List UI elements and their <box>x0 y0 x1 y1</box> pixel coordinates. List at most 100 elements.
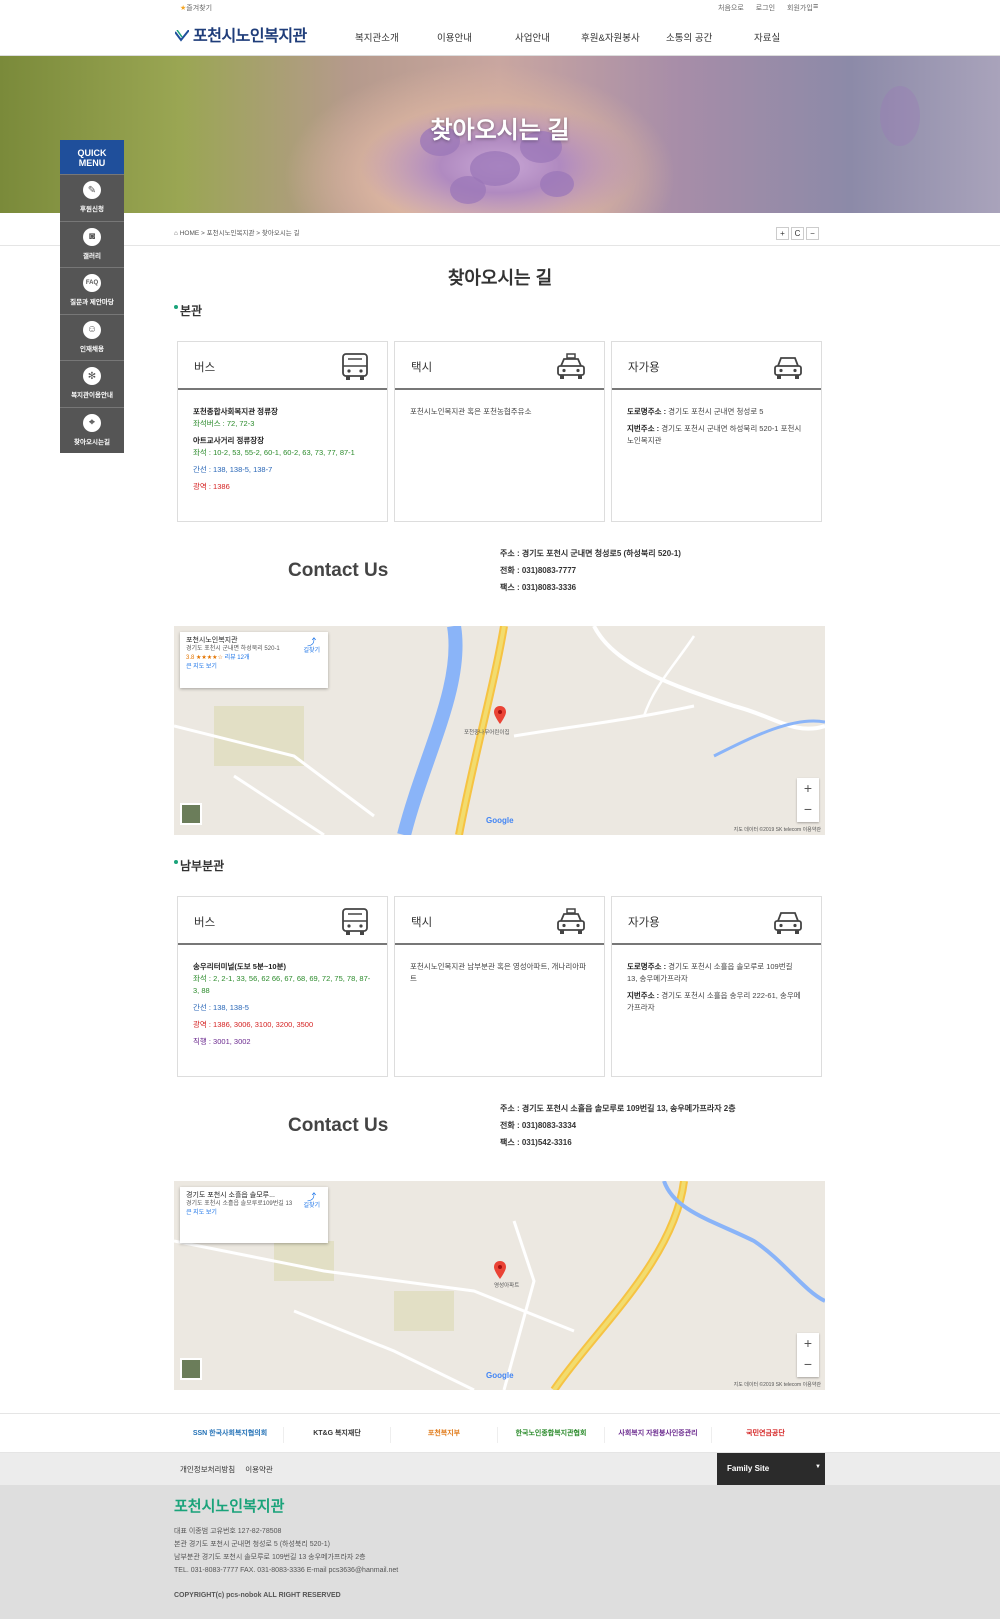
terms-link[interactable]: 이용약관 <box>245 1465 273 1474</box>
google-logo: Google <box>486 1371 514 1380</box>
directions-icon: ⤴ <box>307 1192 317 1202</box>
home-link[interactable]: 처음으로 <box>718 5 744 12</box>
map-pin-icon <box>494 1261 506 1279</box>
bus-stop-1: 포천종합사회복지관 정류장 <box>193 407 278 416</box>
faq-icon: FAQ <box>83 274 101 292</box>
section-south-branch: 남부분관 <box>174 857 224 874</box>
zoom-in-button[interactable]: + <box>776 227 789 240</box>
car-card: 자가용 도로명주소 : 경기도 포천시 소흘읍 솔모루로 109번길 13, 송… <box>611 896 822 1077</box>
nav-item-about[interactable]: 복지관소개 <box>355 30 399 44</box>
logo-mark-icon <box>175 30 189 42</box>
nav-item-guide[interactable]: 이용안내 <box>437 30 472 44</box>
satellite-toggle[interactable] <box>180 803 202 825</box>
satellite-toggle[interactable] <box>180 1358 202 1380</box>
phone-text: 전화 : 031)8083-3334 <box>500 1121 577 1130</box>
directions-button[interactable]: ⤴ 길찾기 <box>303 638 320 656</box>
partner-ktg[interactable]: KT&G 복지재단 <box>284 1427 391 1443</box>
contact-title: Contact Us <box>288 1115 389 1136</box>
nav-item-business[interactable]: 사업안내 <box>515 30 550 44</box>
bus-card-title: 버스 <box>194 362 216 374</box>
partner-nps[interactable]: 국민연금공단 <box>712 1427 819 1443</box>
quick-item-recruit[interactable]: ☺ 인재채용 <box>60 313 124 361</box>
bus-icon <box>342 353 368 380</box>
phone-text: 전화 : 031)8083-7777 <box>500 566 577 575</box>
main-branch-map[interactable]: 포천시노인복지관 경기도 포천시 군내면 하성북리 520-1 3.8 ★★★★… <box>174 626 825 835</box>
contact-info: 주소 : 경기도 포천시 소흘읍 솔모루로 109번길 13, 송우메가프라자 … <box>500 1100 736 1151</box>
bus-card-title: 버스 <box>194 917 216 929</box>
map-place-label: 영성아파트 <box>494 1283 520 1289</box>
bullet-icon <box>174 305 178 309</box>
south-branch-map[interactable]: 경기도 포천시 소흘읍 솔모루... 경기도 포천시 소흘읍 솔모루로109번길… <box>174 1181 825 1390</box>
quick-menu-title: QUICK MENU <box>60 140 124 174</box>
hero-banner: 찾아오시는 길 <box>0 56 1000 213</box>
person-icon: ☺ <box>83 320 101 339</box>
nav-item-archive[interactable]: 자료실 <box>754 30 780 44</box>
breadcrumb-path: ⌂ HOME > 포천시노인복지관 > 찾아오시는 길 <box>174 230 300 237</box>
address-text: 주소 : 경기도 포천시 군내면 청성로5 (하성북리 520-1) <box>500 549 681 558</box>
bus-stop-1: 송우리터미널(도보 5분~10분) <box>193 962 286 971</box>
breadcrumb: ⌂ HOME > 포천시노인복지관 > 찾아오시는 길 + C − <box>0 213 1000 246</box>
map-info-card: 포천시노인복지관 경기도 포천시 군내면 하성북리 520-1 3.8 ★★★★… <box>180 632 328 688</box>
map-zoom-out-icon: − <box>803 1356 813 1372</box>
camera-icon: ◙ <box>83 227 101 246</box>
larger-map-link[interactable]: 큰 지도 보기 <box>186 1209 322 1218</box>
contact-info: 주소 : 경기도 포천시 군내면 청성로5 (하성북리 520-1) 전화 : … <box>500 545 681 596</box>
bullet-icon <box>174 860 178 864</box>
quick-item-faq[interactable]: FAQ 질문과 제안마당 <box>60 267 124 314</box>
favorite-link[interactable]: ★즐겨찾기 <box>180 3 212 13</box>
fax-text: 팩스 : 031)8083-3336 <box>500 583 577 592</box>
contact-title: Contact Us <box>288 560 389 581</box>
pencil-icon: ✎ <box>83 181 101 199</box>
taxi-text: 포천시노인복지관 남부분관 혹은 영성아파트, 개나리아파트 <box>410 962 587 983</box>
larger-map-link[interactable]: 큰 지도 보기 <box>186 663 322 672</box>
logo[interactable]: 포천시노인복지관 <box>175 22 307 46</box>
bus-trunk-lines: 간선 : 138, 138-5 <box>193 1003 249 1012</box>
zoom-out-button[interactable]: − <box>806 227 819 240</box>
privacy-link[interactable]: 개인정보처리방침 <box>180 1465 235 1474</box>
footer: 포천시노인복지관 대표 이종범 고유번호 127-82-78508 본관 경기도… <box>0 1485 1000 1619</box>
map-zoom-out-icon: − <box>803 801 813 817</box>
logo-text: 포천시노인복지관 <box>193 28 307 45</box>
favorite-label: 즐겨찾기 <box>186 5 213 12</box>
car-icon <box>774 357 802 379</box>
map-zoom-control[interactable]: + − <box>797 1333 819 1377</box>
location-pin-icon: ⌖ <box>83 413 101 432</box>
quick-item-directions[interactable]: ⌖ 찾아오시는길 <box>60 406 124 454</box>
partner-volunteer[interactable]: 사회복지 자원봉사인증관리 <box>605 1427 712 1443</box>
partner-elder-assoc[interactable]: 한국노인종합복지관협회 <box>498 1427 605 1443</box>
bus-direct-lines: 직행 : 3001, 3002 <box>193 1037 251 1046</box>
partner-pocheon[interactable]: 포천복지부 <box>391 1427 498 1443</box>
atom-icon: ✻ <box>83 367 101 385</box>
google-logo: Google <box>486 816 514 825</box>
car-card-title: 자가용 <box>628 917 660 929</box>
login-link[interactable]: 로그인 <box>756 5 775 12</box>
partner-logos: SSN 한국사회복지협의회 KT&G 복지재단 포천복지부 한국노인종합복지관협… <box>0 1413 1000 1453</box>
map-copyright: 지도 데이터 ©2019 SK telecom 이용약관 <box>733 827 821 833</box>
map-zoom-in-icon: + <box>803 1335 813 1351</box>
car-card: 자가용 도로명주소 : 경기도 포천시 군내면 청성로 5 지번주소 : 경기도… <box>611 341 822 522</box>
bus-wide-lines: 광역 : 1386 <box>193 482 230 491</box>
map-info-card: 경기도 포천시 소흘읍 솔모루... 경기도 포천시 소흘읍 솔모루로109번길… <box>180 1187 328 1243</box>
nav-item-community[interactable]: 소통의 공간 <box>666 30 712 44</box>
directions-icon: ⤴ <box>307 637 317 647</box>
section-main-branch: 본관 <box>174 302 202 319</box>
taxi-icon <box>557 908 585 934</box>
road-address: 경기도 포천시 군내면 청성로 5 <box>668 407 764 416</box>
map-pin-icon <box>494 706 506 724</box>
family-site-select[interactable]: Family Site ▼ <box>717 1453 825 1485</box>
bus-card: 버스 송우리터미널(도보 5분~10분) 좌석 : 2, 2-1, 33, 56,… <box>177 896 388 1077</box>
taxi-text: 포천시노인복지관 혹은 포천농협주유소 <box>410 407 532 416</box>
join-link[interactable]: 회원가입 <box>787 5 813 12</box>
quick-item-usage[interactable]: ✻ 복지관이용안내 <box>60 360 124 407</box>
partner-ssn[interactable]: SSN 한국사회복지협의회 <box>177 1427 284 1443</box>
nav-item-sponsor[interactable]: 후원&자원봉사 <box>581 30 640 44</box>
quick-menu: QUICK MENU ✎ 후원신청 ◙ 갤러리 FAQ 질문과 제안마당 ☺ 인재채용 ✻… <box>60 140 124 453</box>
map-zoom-control[interactable]: + − <box>797 778 819 822</box>
menu-icon[interactable]: ≡ <box>813 1 818 11</box>
quick-item-gallery[interactable]: ◙ 갤러리 <box>60 220 124 268</box>
directions-button[interactable]: ⤴ 길찾기 <box>303 1193 320 1211</box>
page-title: 찾아오시는 길 <box>447 268 553 288</box>
quick-item-sponsor[interactable]: ✎ 후원신청 <box>60 174 124 221</box>
bus-trunk-lines: 간선 : 138, 138-5, 138-7 <box>193 465 273 474</box>
reset-button[interactable]: C <box>791 227 804 240</box>
